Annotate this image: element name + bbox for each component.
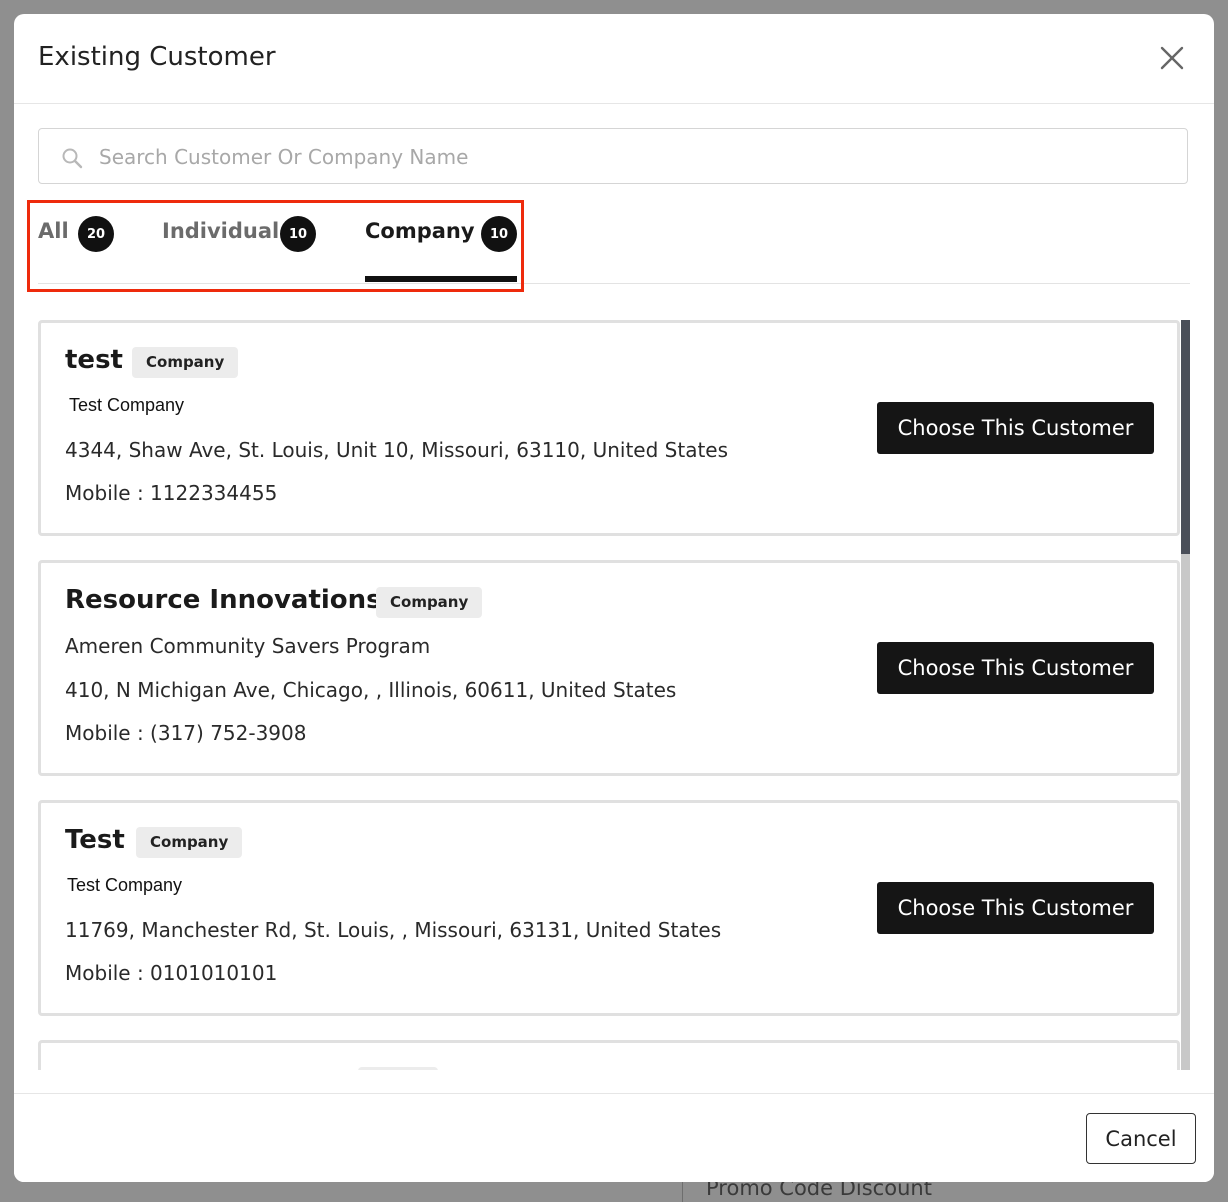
customer-mobile: Mobile : 0101010101 — [65, 961, 278, 985]
modal-header: Existing Customer — [14, 14, 1214, 104]
customer-card-partial — [38, 1040, 1180, 1070]
customer-company: Ameren Community Savers Program — [65, 634, 431, 658]
existing-customer-modal: Existing Customer All 20 Individual 10 C… — [14, 14, 1214, 1182]
customer-name: test — [65, 345, 123, 375]
modal-footer: Cancel — [14, 1093, 1214, 1182]
customer-address: 410, N Michigan Ave, Chicago, , Illinois… — [65, 678, 677, 702]
background-divider — [682, 1182, 683, 1202]
search-input[interactable] — [97, 137, 1171, 177]
scrollbar-thumb[interactable] — [1181, 320, 1190, 554]
search-icon — [62, 148, 83, 169]
customer-type-badge-partial — [358, 1067, 438, 1070]
customer-card: Resource Innovations Company Ameren Comm… — [38, 560, 1180, 776]
customer-mobile: Mobile : (317) 752-3908 — [65, 721, 307, 745]
tabs-highlight-box — [27, 200, 524, 292]
customer-type-badge: Company — [132, 347, 239, 378]
close-icon — [1160, 46, 1184, 70]
customer-name: Resource Innovations — [65, 585, 382, 615]
close-button[interactable] — [1154, 40, 1190, 76]
customer-name: Test — [65, 825, 125, 855]
search-box — [38, 128, 1188, 184]
customer-type-badge: Company — [136, 827, 243, 858]
modal-title: Existing Customer — [38, 42, 276, 72]
customer-address: 4344, Shaw Ave, St. Louis, Unit 10, Miss… — [65, 438, 729, 462]
customer-type-badge: Company — [376, 587, 483, 618]
customer-list[interactable]: test Company Test Company 4344, Shaw Ave… — [38, 320, 1190, 1070]
customer-company: Test Company — [67, 875, 183, 895]
choose-customer-button[interactable]: Choose This Customer — [877, 642, 1154, 694]
customer-card: test Company Test Company 4344, Shaw Ave… — [38, 320, 1180, 536]
customer-address: 11769, Manchester Rd, St. Louis, , Misso… — [65, 918, 722, 942]
choose-customer-button[interactable]: Choose This Customer — [877, 402, 1154, 454]
cancel-button[interactable]: Cancel — [1086, 1113, 1196, 1164]
customer-card: Test Company Test Company 11769, Manches… — [38, 800, 1180, 1016]
customer-mobile: Mobile : 1122334455 — [65, 481, 278, 505]
choose-customer-button[interactable]: Choose This Customer — [877, 882, 1154, 934]
customer-company: Test Company — [69, 395, 185, 415]
